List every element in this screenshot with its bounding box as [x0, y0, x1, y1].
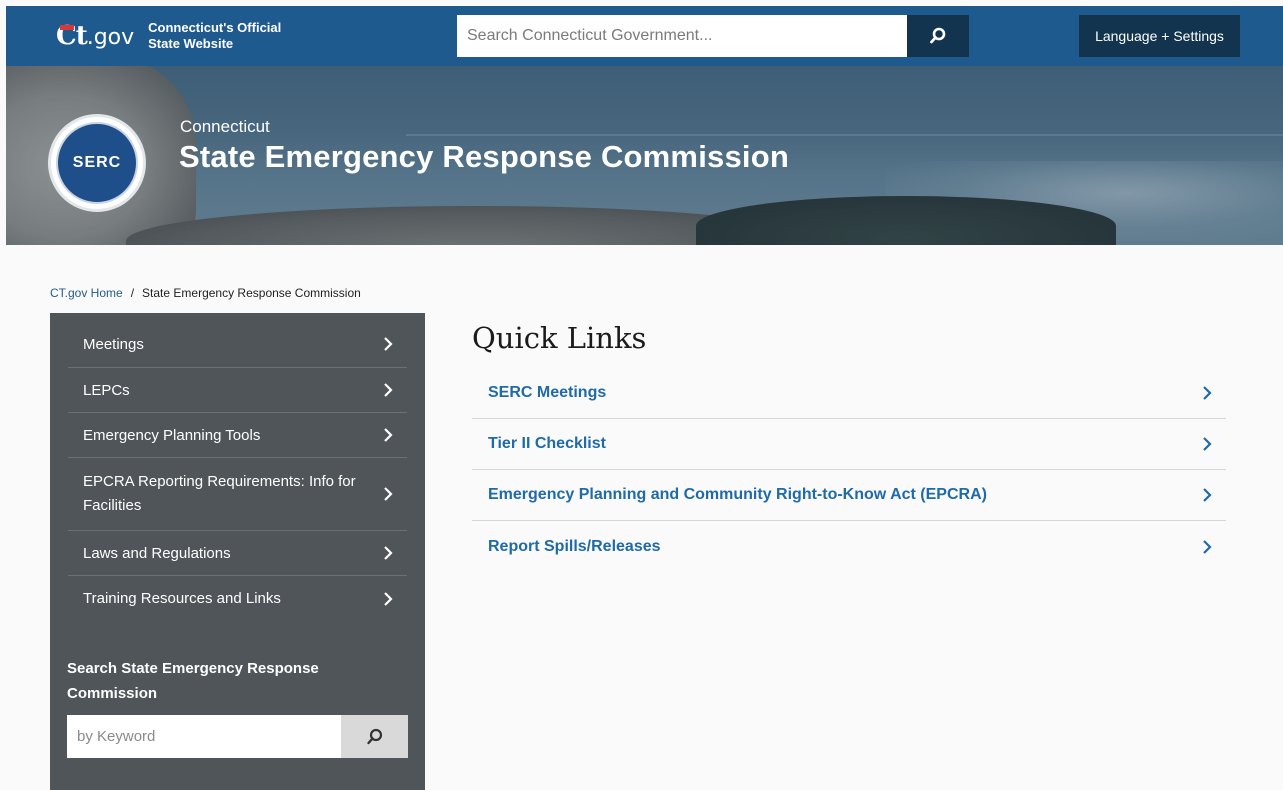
global-search — [457, 15, 969, 57]
sidebar-item-label: LEPCs — [83, 381, 130, 399]
breadcrumb-home-link[interactable]: CT.gov Home — [50, 286, 123, 300]
sidebar-item-label: Laws and Regulations — [83, 544, 231, 562]
chevron-right-icon — [1203, 386, 1212, 400]
seal-text: SERC — [72, 154, 122, 171]
chevron-right-icon — [1203, 488, 1212, 502]
sidebar-item-emergency-planning-tools[interactable]: Emergency Planning Tools — [68, 413, 407, 458]
sidebar-item-laws-regulations[interactable]: Laws and Regulations — [68, 531, 407, 576]
chevron-right-icon — [384, 487, 393, 501]
serc-seal-logo: SERC — [48, 114, 146, 212]
quick-link-label: SERC Meetings — [488, 384, 607, 401]
search-icon — [366, 728, 382, 744]
quick-link-epcra[interactable]: Emergency Planning and Community Right-t… — [472, 470, 1226, 521]
quick-link-label: Emergency Planning and Community Right-t… — [488, 486, 987, 503]
quick-link-tier-ii-checklist[interactable]: Tier II Checklist — [472, 419, 1226, 470]
sidebar-item-epcra-reporting[interactable]: EPCRA Reporting Requirements: Info for F… — [68, 458, 407, 531]
quick-links-heading: Quick Links — [472, 321, 647, 355]
chevron-right-icon — [384, 591, 393, 606]
sidebar-item-label: EPCRA Reporting Requirements: Info for F… — [83, 473, 356, 514]
sidebar-search-title: Search State Emergency Response Commissi… — [67, 660, 319, 702]
chevron-right-icon — [384, 337, 393, 351]
quick-link-label: Tier II Checklist — [488, 435, 606, 452]
chevron-right-icon — [384, 428, 393, 442]
brand-line-1: Connecticut's Official — [148, 20, 282, 35]
sidebar-search-input[interactable] — [67, 715, 341, 758]
top-bar: Ct.gov Connecticut's Official State Webs… — [6, 6, 1283, 66]
hero-subtitle: Connecticut — [180, 117, 270, 136]
quick-link-label: Report Spills/Releases — [488, 537, 661, 555]
logo-gov: .gov — [86, 25, 135, 50]
logo-flag-accent — [60, 25, 74, 30]
sidebar-item-meetings[interactable]: Meetings — [68, 321, 407, 368]
brand-text: Connecticut's Official State Website — [148, 20, 281, 52]
chevron-right-icon — [384, 383, 393, 397]
sidebar-search-button[interactable] — [341, 715, 408, 758]
quick-link-serc-meetings[interactable]: SERC Meetings — [472, 368, 1226, 419]
breadcrumb-separator: / — [130, 286, 135, 300]
global-search-button[interactable] — [907, 15, 969, 57]
breadcrumb-current: State Emergency Response Commission — [142, 286, 361, 300]
search-icon — [930, 27, 946, 44]
ct-gov-brand[interactable]: Ct.gov Connecticut's Official State Webs… — [56, 14, 281, 58]
sidebar: Meetings LEPCs Emergency Planning Tools … — [50, 313, 425, 790]
sidebar-item-label: Training Resources and Links — [83, 590, 281, 607]
quick-link-report-spills[interactable]: Report Spills/Releases — [472, 521, 1226, 572]
chevron-right-icon — [1203, 437, 1212, 451]
brand-line-2: State Website — [148, 36, 234, 51]
breadcrumb: CT.gov Home / State Emergency Response Com… — [50, 286, 361, 300]
serc-seal-inner: SERC — [56, 122, 138, 204]
chevron-right-icon — [1203, 539, 1212, 554]
sidebar-item-training-resources[interactable]: Training Resources and Links — [68, 576, 407, 621]
sidebar-search — [67, 715, 408, 758]
chevron-right-icon — [384, 546, 393, 560]
sidebar-nav: Meetings LEPCs Emergency Planning Tools … — [50, 313, 425, 621]
sidebar-item-label: Emergency Planning Tools — [83, 426, 261, 444]
sidebar-item-label: Meetings — [83, 335, 144, 353]
quick-links-list: SERC Meetings Tier II Checklist Emergenc… — [472, 368, 1226, 572]
page-title: State Emergency Response Commission — [179, 139, 789, 174]
global-search-input[interactable] — [457, 15, 907, 57]
sidebar-item-lepcs[interactable]: LEPCs — [68, 368, 407, 413]
ct-gov-logo: Ct.gov — [56, 21, 134, 51]
language-settings-button[interactable]: Language + Settings — [1079, 15, 1240, 57]
